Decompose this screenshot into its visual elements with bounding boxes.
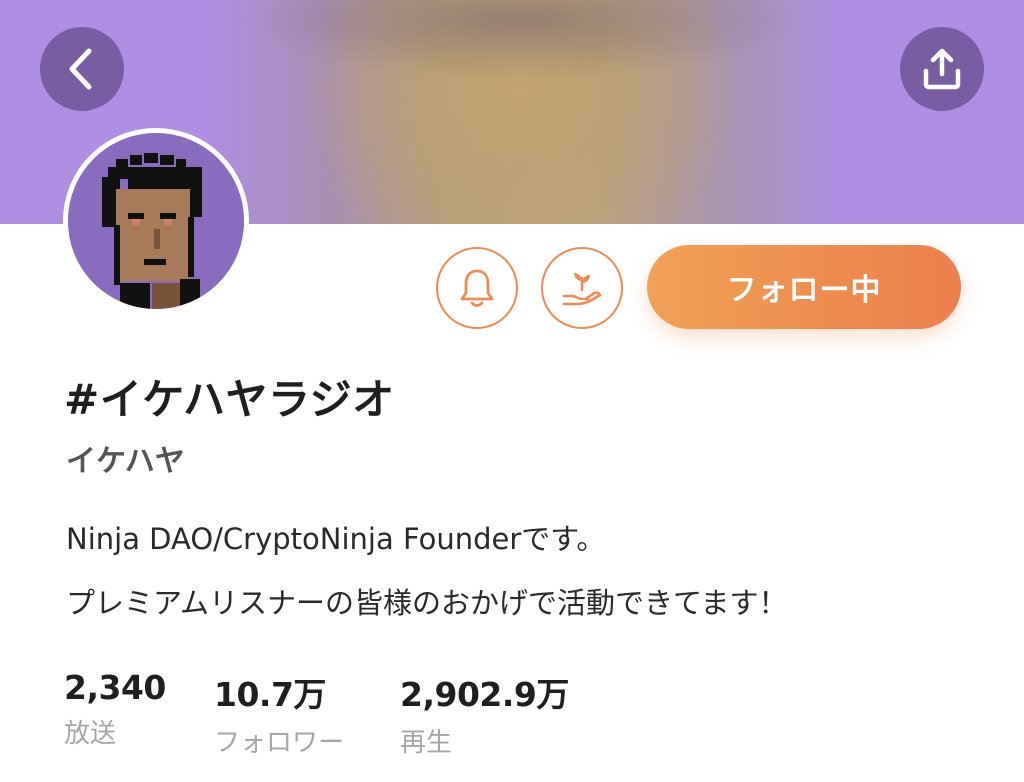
stat-followers-value: 10.7万 xyxy=(214,675,326,714)
pixel-avatar-image xyxy=(68,133,244,309)
bell-icon xyxy=(460,269,494,307)
share-icon xyxy=(923,48,961,90)
stat-followers-label: フォロワー xyxy=(214,728,345,758)
banner-blur xyxy=(240,0,800,80)
stat-broadcasts-value: 2,340 xyxy=(64,668,166,707)
stat-plays-value: 2,902.9万 xyxy=(400,675,569,714)
chevron-left-icon xyxy=(69,48,92,90)
following-button[interactable]: フォロー中 xyxy=(647,245,961,329)
stat-plays: 2,902.9万 再生 xyxy=(400,668,569,759)
support-button[interactable] xyxy=(541,247,623,329)
channel-title: #イケハヤラジオ xyxy=(64,375,395,424)
avatar xyxy=(63,128,249,314)
back-button[interactable] xyxy=(40,27,124,111)
stat-broadcasts-label: 放送 xyxy=(64,719,117,749)
channel-author[interactable]: イケハヤ xyxy=(66,436,185,480)
stat-broadcasts[interactable]: 2,340 放送 xyxy=(64,668,166,750)
share-button[interactable] xyxy=(900,27,984,111)
bio-line-2: プレミアムリスナーの皆様のおかげで活動できてます！ xyxy=(66,586,788,620)
bio-line-1: Ninja DAO/CryptoNinja Founderです。 xyxy=(66,522,606,556)
stat-plays-label: 再生 xyxy=(400,728,453,758)
notification-button[interactable] xyxy=(436,247,518,329)
stat-followers[interactable]: 10.7万 フォロワー xyxy=(214,668,344,759)
sprout-hand-icon xyxy=(562,273,602,306)
